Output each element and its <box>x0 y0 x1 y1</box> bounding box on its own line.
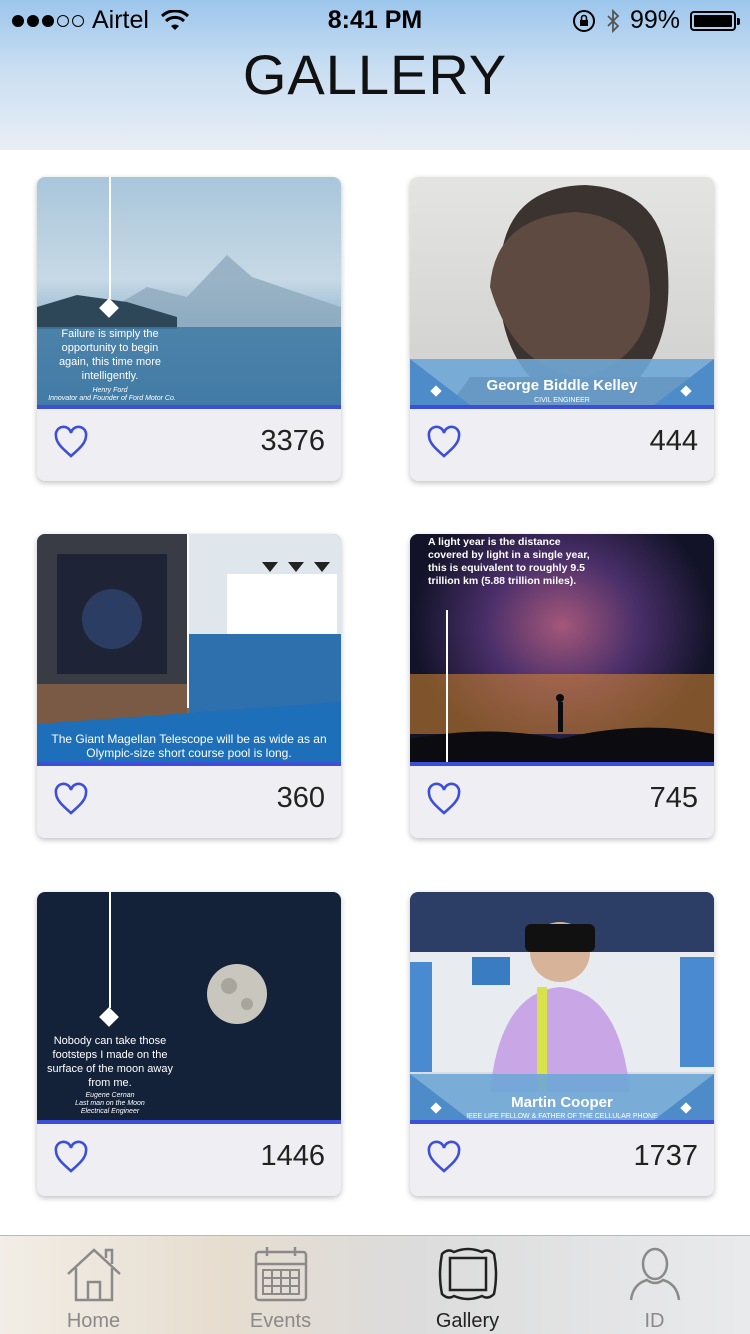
person-subtitle: IEEE LIFE FELLOW & FATHER OF THE CELLULA… <box>466 1113 658 1120</box>
fact-caption: A light year is the distance covered by … <box>428 536 590 587</box>
quote-author-title-2: Electrical Engineer <box>80 1108 140 1115</box>
page-title: GALLERY <box>242 43 508 106</box>
status-right: 99% <box>572 6 740 35</box>
like-count: 3376 <box>260 425 325 457</box>
vr-expo-photo <box>410 892 714 1120</box>
tab-label: Events <box>249 1310 312 1332</box>
quote-author-title: Innovator and Founder of Ford Motor Co. <box>48 395 176 402</box>
like-count: 745 <box>649 782 698 814</box>
heart-icon[interactable] <box>53 425 89 459</box>
accent-bar <box>37 1120 341 1124</box>
gallery-card[interactable]: Failure is simply the opportunity to beg… <box>37 177 341 481</box>
battery-icon <box>690 10 740 31</box>
calendar-icon <box>254 1247 307 1302</box>
heart-icon[interactable] <box>426 425 462 459</box>
quote-author: Henry Ford <box>92 387 128 394</box>
accent-bar <box>37 762 341 766</box>
quote-author: Eugene Cernan <box>85 1092 135 1099</box>
gallery-card[interactable]: George Biddle Kelley CIVIL ENGINEER 444 <box>410 177 714 481</box>
tab-events[interactable]: Events <box>187 1236 374 1334</box>
heart-icon[interactable] <box>426 782 462 816</box>
gallery-card[interactable]: A light year is the distance covered by … <box>410 534 714 838</box>
portrait-photo <box>410 185 714 405</box>
like-count: 1737 <box>633 1140 698 1172</box>
accent-bar <box>410 762 714 766</box>
tab-label: Gallery <box>435 1310 500 1332</box>
gallery-card[interactable]: Nobody can take those footsteps I made o… <box>37 892 341 1196</box>
telescope-pool-photo <box>37 534 341 762</box>
home-icon <box>66 1248 121 1302</box>
tab-label: Home <box>66 1310 121 1332</box>
tab-bar: Home Events Gallery ID <box>0 1235 750 1334</box>
person-subtitle: CIVIL ENGINEER <box>534 397 590 404</box>
gallery-image[interactable]: Nobody can take those footsteps I made o… <box>37 892 341 1120</box>
gallery-image[interactable]: The Giant Magellan Telescope will be as … <box>37 534 341 762</box>
like-count: 360 <box>276 782 325 814</box>
header: Airtel 8:41 PM 99% GALLERY <box>0 0 750 150</box>
person-name: George Biddle Kelley <box>486 377 638 394</box>
battery-percentage: 99% <box>629 6 680 34</box>
quote-text: Failure is simply the opportunity to beg… <box>58 328 162 382</box>
accent-bar <box>410 1120 714 1124</box>
gallery-card[interactable]: Martin Cooper IEEE LIFE FELLOW & FATHER … <box>410 892 714 1196</box>
quote-author-title: Last man on the Moon <box>75 1100 145 1107</box>
heart-icon[interactable] <box>53 1140 89 1174</box>
profile-icon <box>629 1247 680 1301</box>
accent-bar <box>410 405 714 409</box>
gallery-card[interactable]: The Giant Magellan Telescope will be as … <box>37 534 341 838</box>
heart-icon[interactable] <box>426 1140 462 1174</box>
like-count: 444 <box>649 425 698 457</box>
gallery-image[interactable]: A light year is the distance covered by … <box>410 534 714 762</box>
gallery-image[interactable]: Failure is simply the opportunity to beg… <box>37 177 341 405</box>
gallery-icon <box>438 1247 497 1301</box>
accent-bar <box>37 405 341 409</box>
bluetooth-icon <box>607 8 620 33</box>
gallery-image[interactable]: Martin Cooper IEEE LIFE FELLOW & FATHER … <box>410 892 714 1120</box>
gallery-image[interactable]: George Biddle Kelley CIVIL ENGINEER <box>410 177 714 405</box>
quote-text: Nobody can take those footsteps I made o… <box>47 1035 173 1089</box>
tab-id[interactable]: ID <box>561 1236 748 1334</box>
heart-icon[interactable] <box>53 782 89 816</box>
orientation-lock-icon <box>572 9 595 32</box>
status-bar: Airtel 8:41 PM 99% <box>0 0 750 40</box>
fact-caption: The Giant Magellan Telescope will be as … <box>51 732 327 760</box>
tab-gallery[interactable]: Gallery <box>374 1236 561 1334</box>
tab-home[interactable]: Home <box>0 1236 187 1334</box>
person-name: Martin Cooper <box>511 1094 613 1111</box>
tab-label: ID <box>644 1310 665 1332</box>
like-count: 1446 <box>260 1140 325 1172</box>
